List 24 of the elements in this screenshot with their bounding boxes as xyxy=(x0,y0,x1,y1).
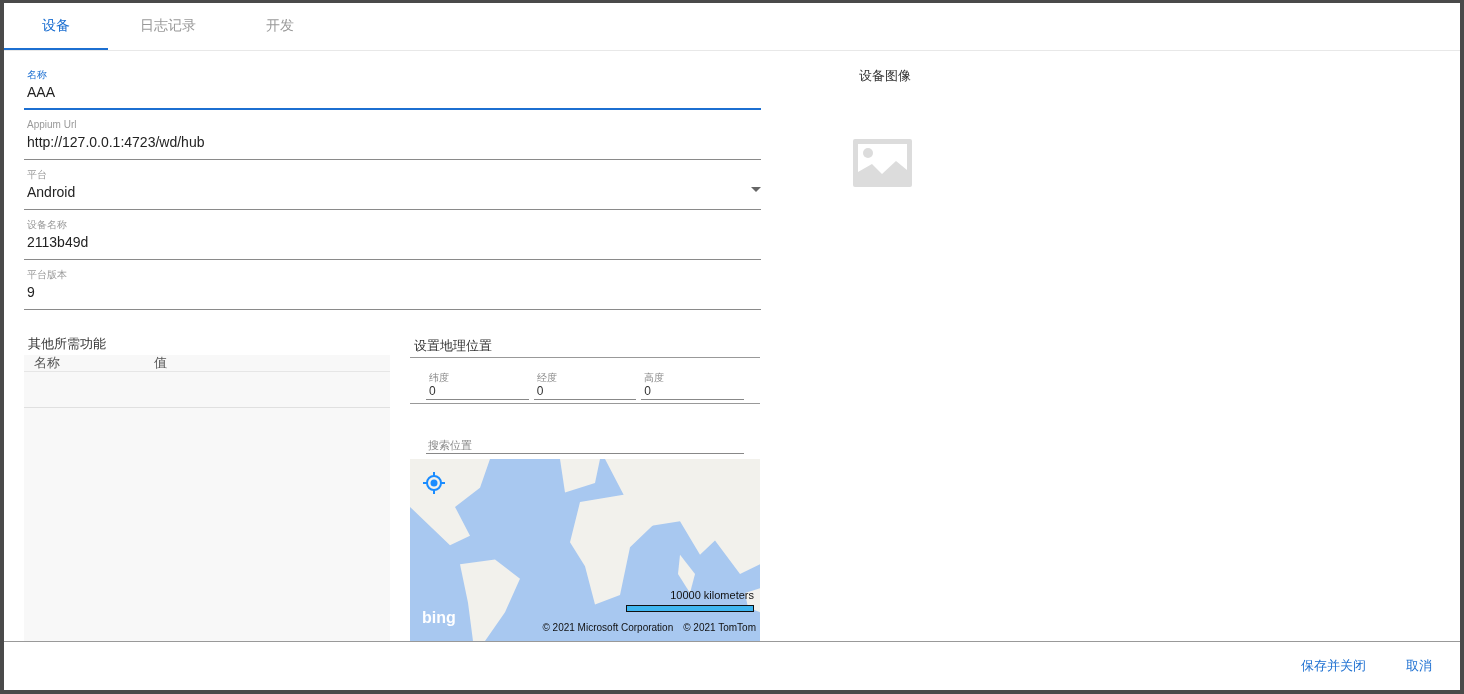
coordinate-field[interactable]: 经度 0 xyxy=(533,372,637,400)
location-icon[interactable] xyxy=(423,472,445,494)
copyright-text: © 2021 Microsoft Corporation xyxy=(542,622,674,633)
input-field[interactable]: 设备名称 2113b49d xyxy=(24,215,761,260)
location-search-field[interactable]: 搜索位置 xyxy=(426,437,744,454)
input-field[interactable]: Appium Url http://127.0.0.1:4723/wd/hub xyxy=(24,115,761,160)
coordinate-field[interactable]: 高度 0 xyxy=(641,372,744,400)
caret-icon xyxy=(751,187,761,192)
save-close-button[interactable]: 保存并关闭 xyxy=(1295,653,1372,679)
platform-dropdown[interactable]: 平台 Android xyxy=(24,165,761,210)
column-header: 值 xyxy=(154,355,167,371)
coordinate-field[interactable]: 纬度 0 xyxy=(426,372,529,400)
section-title: 设置地理位置 xyxy=(410,335,760,358)
cancel-button[interactable]: 取消 xyxy=(1400,653,1438,679)
tab[interactable]: 设备 xyxy=(4,3,108,50)
copyright-text: © 2021 TomTom xyxy=(683,622,756,633)
input-field[interactable]: 名称 AAA xyxy=(24,65,761,110)
section-title: 其他所需功能 xyxy=(27,335,107,353)
image-placeholder-icon xyxy=(853,139,912,187)
map-logo: bing xyxy=(422,609,456,627)
section-title: 设备图像 xyxy=(858,67,912,85)
scale-label: 10000 kilometers xyxy=(670,589,754,601)
input-field[interactable]: 平台版本 9 xyxy=(24,265,761,310)
column-header: 名称 xyxy=(33,355,61,371)
